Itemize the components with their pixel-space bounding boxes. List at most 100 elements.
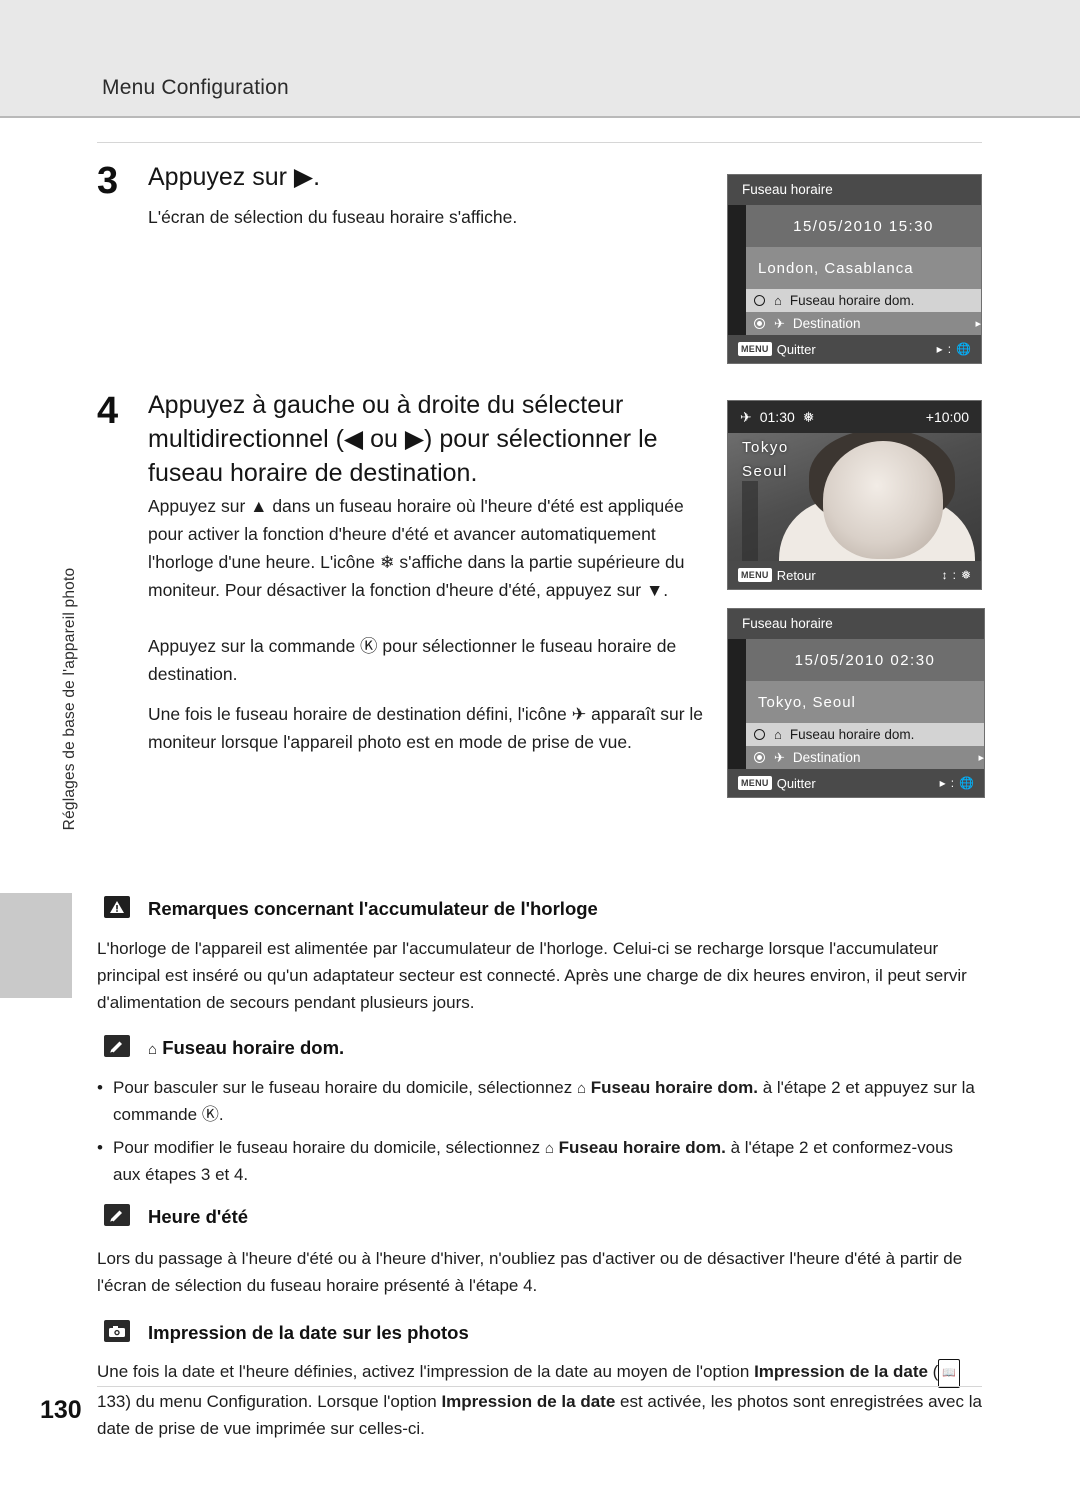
airplane-icon: ✈: [774, 750, 785, 765]
note-dst-heading: Heure d'été: [148, 1206, 249, 1227]
note-home-timezone-heading: ⌂ Fuseau horaire dom.: [148, 1037, 908, 1059]
home-icon: ⌂: [774, 727, 782, 742]
date-print-text-2: ) du menu Configuration. Lorsque l'optio…: [125, 1392, 442, 1411]
radio-selected-icon: [754, 318, 765, 329]
step-4-para-3: Une fois le fuseau horaire de destinatio…: [148, 704, 704, 752]
camera-screen-timezone-tokyo: Fuseau horaire 15/05/2010 02:30 Tokyo, S…: [727, 608, 985, 798]
snowflake-dst-icon: ❅: [960, 568, 971, 582]
row-label: Fuseau horaire dom.: [789, 727, 915, 742]
step-4-number: 4: [97, 390, 119, 432]
footer-exit[interactable]: MENU Quitter: [738, 776, 816, 791]
screen-row-home-timezone[interactable]: ⌂ Fuseau horaire dom.: [746, 723, 984, 746]
colon-separator: :: [952, 568, 956, 582]
colon-separator: :: [950, 776, 955, 790]
radio-unselected-icon: [754, 295, 765, 306]
screen-title: Fuseau horaire: [728, 175, 981, 205]
bullet-dot: •: [97, 1138, 103, 1157]
footer-back[interactable]: MENU Retour: [738, 568, 816, 583]
tree-silhouette: [742, 481, 758, 561]
page-title: Menu Configuration: [102, 76, 289, 99]
up-down-arrow-icon: ↕: [941, 568, 948, 582]
airplane-icon: ✈: [774, 316, 785, 331]
photo-time: 01:30: [759, 409, 795, 425]
content-bottom-rule: [97, 1386, 982, 1387]
date-print-bold-3: Impression de la date: [441, 1392, 616, 1411]
screen-city: Tokyo, Seoul: [746, 681, 984, 723]
camera-icon: [104, 1320, 130, 1342]
row-label: Fuseau horaire dom.: [789, 293, 915, 308]
date-print-bold-2: date: [892, 1362, 928, 1381]
date-print-text-3: est activée, les photos sont: [615, 1392, 826, 1411]
radio-unselected-icon: [754, 729, 765, 740]
list-item-text: Pour modifier le fuseau horaire du domic…: [113, 1138, 954, 1184]
screen-datetime: 15/05/2010 02:30: [746, 639, 984, 681]
footer-icons: ↕ : ❅: [942, 568, 971, 582]
note-clock-battery-heading: Remarques concernant l'accumulateur de l…: [148, 898, 598, 919]
screen-row-destination[interactable]: ✈ Destination ▸: [746, 746, 984, 769]
screen-datetime: 15/05/2010 15:30: [746, 205, 981, 247]
chevron-right-icon: ▸: [978, 752, 984, 764]
date-print-page-ref: 133: [97, 1392, 126, 1411]
colon-separator: :: [947, 342, 952, 356]
left-right-arrow-icon: ▸: [939, 776, 946, 790]
step-3-title: Appuyez sur ▶.: [148, 163, 321, 191]
menu-chip-icon: MENU: [738, 776, 772, 790]
header-rule: [0, 116, 1080, 118]
warning-icon: [104, 896, 130, 918]
step-4-para-1: Appuyez sur ▲ dans un fuseau horaire où …: [148, 496, 685, 600]
date-print-text-1: Une fois la date et l'heure définies, ac…: [97, 1362, 755, 1381]
pencil-icon: [104, 1035, 130, 1057]
screen-city: London, Casablanca: [746, 247, 981, 289]
camera-screen-photo-destination: ✈ 01:30 ❅ +10:00 Tokyo Seoul MENU Retour…: [727, 400, 982, 590]
note-dst-body: Lors du passage à l'heure d'été ou à l'h…: [97, 1249, 963, 1295]
row-label: Destination: [792, 316, 861, 331]
page-number: 130: [40, 1396, 82, 1424]
airplane-icon: ✈: [740, 408, 752, 425]
list-item-bold: Fuseau horaire dom.: [590, 1078, 758, 1097]
photo-city-line1: Tokyo: [742, 439, 789, 456]
footer-icons: ▸ : 🌐: [940, 776, 974, 790]
chevron-right-icon: ▸: [975, 318, 981, 330]
note-clock-battery-body: L'horloge de l'appareil est alimentée pa…: [97, 939, 967, 1012]
footer-exit-label: Quitter: [776, 775, 816, 791]
bullet-dot: •: [97, 1078, 103, 1097]
screen-footer: MENU Quitter ▸ : 🌐: [728, 335, 981, 363]
home-icon: ⌂: [576, 1080, 587, 1097]
list-item: • Pour basculer sur le fuseau horaire du…: [97, 1074, 982, 1128]
left-right-arrow-icon: ▸: [936, 342, 943, 356]
manual-ref-icon: 📖: [938, 1359, 961, 1388]
list-item-text: Pour basculer sur le fuseau horaire du d…: [113, 1078, 975, 1124]
pencil-icon: [104, 1204, 130, 1226]
photo-screen-footer: MENU Retour ↕ : ❅: [728, 561, 981, 589]
person-face: [823, 441, 943, 559]
menu-chip-icon: MENU: [738, 568, 772, 582]
footer-exit[interactable]: MENU Quitter: [738, 342, 816, 357]
footer-exit-label: Quitter: [776, 341, 816, 357]
step-4-title: Appuyez à gauche ou à droite du sélecteu…: [148, 391, 658, 487]
content-top-rule: [97, 142, 982, 143]
list-item-bold: Fuseau horaire dom.: [558, 1138, 726, 1157]
side-running-title: Réglages de base de l'appareil photo: [61, 567, 78, 831]
photo-offset: +10:00: [925, 409, 969, 425]
photo-city-line2: Seoul: [742, 463, 788, 480]
screen-row-home-timezone[interactable]: ⌂ Fuseau horaire dom.: [746, 289, 981, 312]
note-date-print-body: Une fois la date et l'heure définies, ac…: [97, 1358, 982, 1442]
radio-selected-icon: [754, 752, 765, 763]
note-home-timezone-bullets: • Pour basculer sur le fuseau horaire du…: [97, 1074, 982, 1190]
globe-icon: 🌐: [959, 776, 974, 790]
home-icon: ⌂: [774, 293, 782, 308]
page-header-band: [0, 0, 1080, 118]
note-date-print-heading: Impression de la date sur les photos: [148, 1322, 469, 1343]
globe-icon: 🌐: [956, 342, 971, 356]
screen-footer: MENU Quitter ▸ : 🌐: [728, 769, 984, 797]
step-3-body: L'écran de sélection du fuseau horaire s…: [148, 207, 518, 227]
screen-title: Fuseau horaire: [728, 609, 984, 639]
step-4-para-2: Appuyez sur la commande Ⓚ pour sélection…: [148, 636, 677, 684]
note-home-timezone-heading-text: Fuseau horaire dom.: [162, 1037, 345, 1058]
step-3-number: 3: [97, 160, 119, 202]
date-print-bold-1: Impression de la: [754, 1362, 889, 1381]
photo-screen-topbar: ✈ 01:30 ❅ +10:00: [728, 401, 981, 433]
photo-preview: Tokyo Seoul: [728, 433, 981, 561]
home-icon: ⌂: [544, 1140, 554, 1157]
screen-row-destination[interactable]: ✈ Destination ▸: [746, 312, 981, 335]
